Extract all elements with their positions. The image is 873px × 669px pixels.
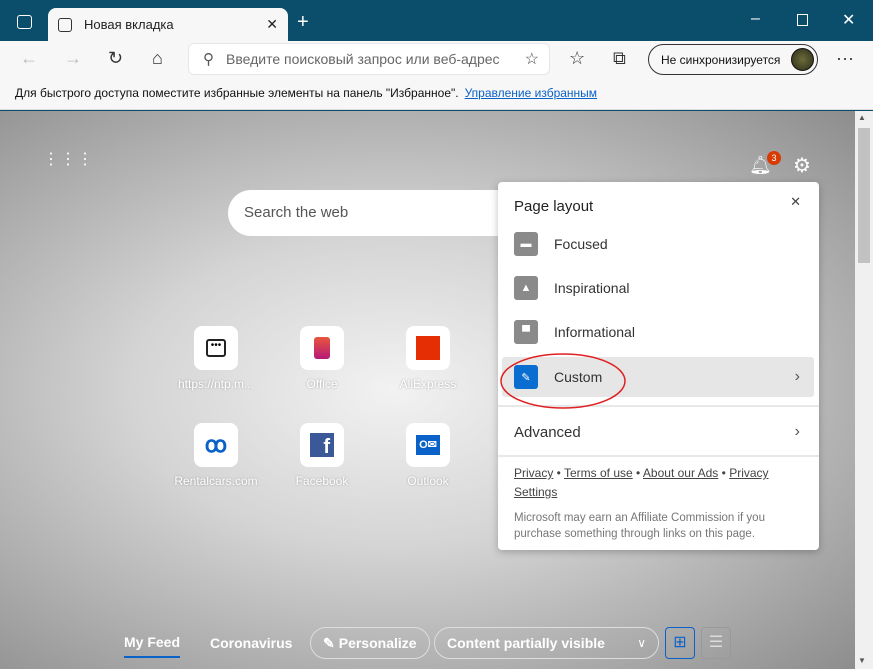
chevron-down-icon: ∨	[637, 636, 646, 650]
personalize-label: Personalize	[338, 635, 417, 651]
panel-title: Page layout	[514, 198, 594, 215]
option-label: Informational	[554, 324, 635, 340]
footer-links: Privacy • Terms of use • About our Ads •…	[514, 466, 769, 499]
quick-link-tile[interactable]: ꝏ	[194, 423, 238, 467]
annotation-ellipse	[500, 353, 626, 409]
scroll-down-icon[interactable]: ▼	[858, 656, 866, 665]
quick-link-tile[interactable]	[300, 326, 344, 370]
office-icon	[314, 337, 330, 359]
tile-label: Facebook	[295, 474, 349, 488]
pencil-icon: ✎	[323, 634, 335, 651]
advanced-button[interactable]: Advanced ›	[502, 412, 814, 452]
app-launcher-icon[interactable]: ⋮⋮⋮	[43, 152, 94, 168]
back-button[interactable]: ←	[20, 48, 38, 69]
content-visibility-dropdown[interactable]: Content partially visible ∨	[434, 627, 659, 659]
maximize-button[interactable]	[797, 14, 808, 26]
avatar	[791, 48, 814, 71]
chevron-right-icon: ›	[794, 423, 800, 440]
close-tab-icon[interactable]: ✕	[266, 16, 278, 33]
tab-title: Новая вкладка	[84, 17, 174, 32]
about-ads-link[interactable]: About our Ads	[643, 466, 718, 480]
tile-label: Office	[306, 377, 338, 391]
home-button[interactable]: ⌂	[152, 48, 163, 69]
tab-label: My Feed	[124, 628, 181, 658]
web-search-input[interactable]: Search the web	[228, 190, 528, 236]
focused-layout-icon: ▬	[514, 232, 538, 256]
option-label: Inspirational	[554, 280, 630, 296]
close-icon[interactable]: ✕	[790, 194, 801, 210]
refresh-button[interactable]: ↻	[108, 48, 123, 69]
add-favorite-icon[interactable]: ☆	[525, 49, 539, 69]
personalize-button[interactable]: ✎ Personalize	[310, 627, 430, 659]
new-tab-button[interactable]: +	[297, 11, 309, 34]
chevron-right-icon: ›	[794, 368, 800, 385]
collections-icon[interactable]: ⧉	[613, 48, 626, 69]
manage-favorites-link[interactable]: Управление избранным	[465, 86, 597, 100]
divider	[498, 455, 819, 457]
layout-option-informational[interactable]: ▀ Informational	[502, 312, 814, 352]
facebook-icon: f	[310, 433, 334, 458]
search-placeholder: Search the web	[244, 204, 349, 221]
address-bar[interactable]: ⚲ Введите поисковый запрос или веб-адрес…	[189, 44, 549, 74]
sync-status: Не синхронизируется	[661, 52, 781, 67]
quick-link-tile[interactable]: f	[300, 423, 344, 467]
minimize-button[interactable]: –	[751, 10, 760, 28]
feed-tab-coronavirus[interactable]: Coronavirus	[210, 628, 292, 658]
grid-view-button[interactable]: ⊞	[665, 627, 695, 659]
tab-new-tab[interactable]: Новая вкладка ✕	[48, 8, 288, 41]
feed-tab-my-feed[interactable]: My Feed	[124, 628, 181, 658]
favorites-bar: Для быстрого доступа поместите избранные…	[0, 78, 873, 110]
quick-link-tile[interactable]	[406, 326, 450, 370]
page-icon: •••	[206, 339, 226, 357]
scroll-up-icon[interactable]: ▲	[858, 113, 866, 122]
profile-button[interactable]: Не синхронизируется	[648, 44, 818, 75]
layout-option-focused[interactable]: ▬ Focused	[502, 224, 814, 264]
notification-badge: 3	[767, 151, 781, 165]
privacy-settings-link[interactable]: Privacy Settings	[514, 466, 769, 499]
outlook-icon: O✉	[416, 435, 440, 455]
inspirational-layout-icon: ▲	[514, 276, 538, 300]
favorites-icon[interactable]: ☆	[569, 48, 585, 69]
advanced-label: Advanced	[514, 423, 581, 441]
list-view-button[interactable]: ☰	[701, 627, 731, 659]
page-icon	[58, 17, 72, 32]
terms-link[interactable]: Terms of use	[564, 466, 633, 480]
rentalcars-icon: ꝏ	[204, 432, 228, 457]
tile-label: https://ntp.m...	[177, 377, 255, 391]
scrollbar-thumb[interactable]	[858, 128, 870, 263]
informational-layout-icon: ▀	[514, 320, 538, 344]
search-icon: ⚲	[203, 51, 214, 68]
quick-link-tile[interactable]: •••	[194, 326, 238, 370]
tab-label: Coronavirus	[210, 635, 293, 651]
aliexpress-icon	[416, 336, 440, 360]
tile-label: Rentalcars.com	[174, 474, 258, 488]
privacy-link[interactable]: Privacy	[514, 466, 553, 480]
tile-label: AliExpress	[399, 377, 457, 391]
forward-button[interactable]: →	[64, 48, 82, 69]
dropdown-value: Content partially visible	[447, 635, 605, 651]
option-label: Focused	[554, 236, 608, 252]
tab-actions-icon[interactable]	[17, 15, 32, 29]
settings-gear-icon[interactable]: ⚙	[793, 153, 811, 178]
tile-label: Outlook	[407, 474, 449, 488]
quick-link-tile[interactable]: O✉	[406, 423, 450, 467]
favorites-message: Для быстрого доступа поместите избранные…	[15, 86, 459, 100]
layout-option-inspirational[interactable]: ▲ Inspirational	[502, 268, 814, 308]
more-menu-icon[interactable]: ···	[836, 48, 854, 69]
close-window-button[interactable]: ✕	[842, 10, 855, 30]
affiliate-disclaimer: Microsoft may earn an Affiliate Commissi…	[514, 512, 765, 540]
address-placeholder: Введите поисковый запрос или веб-адрес	[226, 51, 500, 67]
